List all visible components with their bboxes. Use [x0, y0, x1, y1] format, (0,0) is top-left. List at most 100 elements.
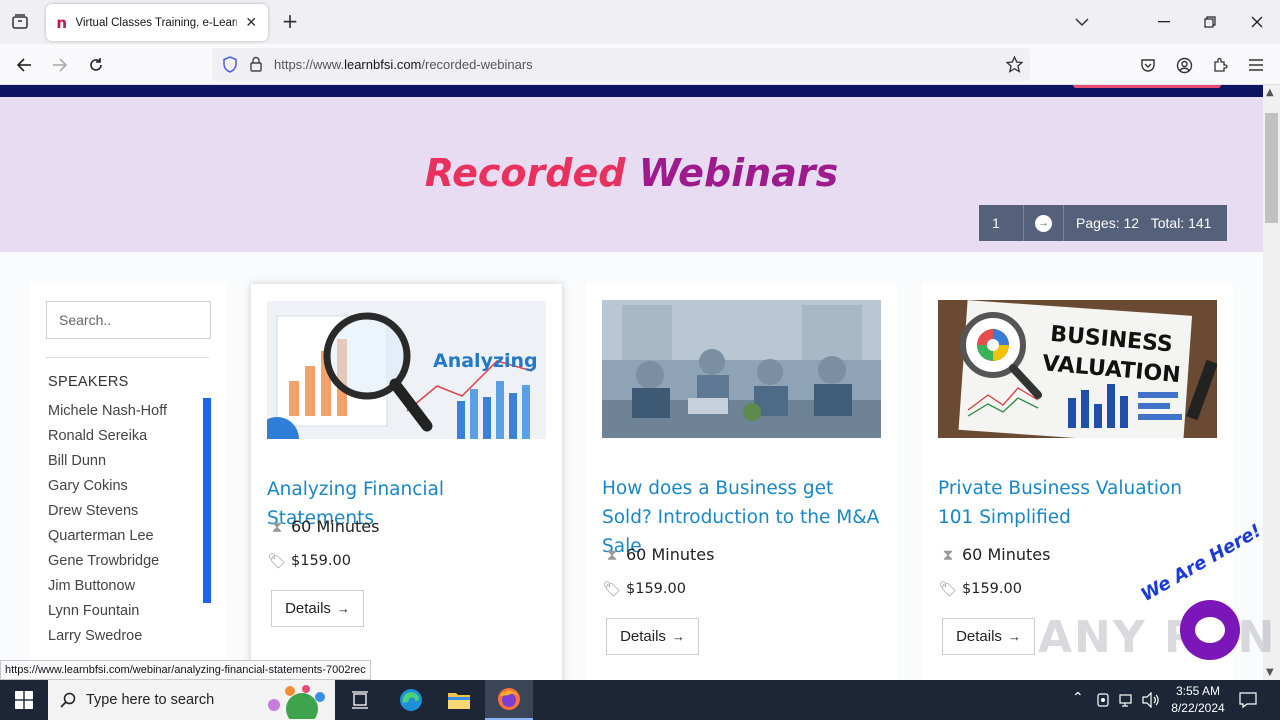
webinar-thumbnail[interactable]: [602, 300, 881, 438]
details-button[interactable]: Details →: [606, 618, 699, 655]
network-icon[interactable]: [1119, 692, 1135, 708]
address-bar[interactable]: https://www.learnbfsi.com/recorded-webin…: [212, 48, 1030, 81]
thumbnail-label: Analyzing: [433, 350, 538, 372]
browser-tab-bar: n Virtual Classes Training, e-Learn ✕ +: [0, 0, 1280, 44]
speakers-scrollbar[interactable]: [203, 398, 211, 603]
page-title: Recorded Webinars: [424, 151, 839, 195]
file-explorer-taskbar-button[interactable]: [435, 680, 483, 720]
taskbar-clock[interactable]: 3:55 AM 8/22/2024: [1160, 683, 1236, 717]
close-window-button[interactable]: [1243, 8, 1271, 36]
sidebar: SPEAKERS Michele Nash-Hoff Ronald Sereik…: [30, 283, 227, 680]
forward-button[interactable]: [47, 52, 73, 78]
webinar-price: 🏷 $159.00: [602, 580, 686, 598]
speaker-link[interactable]: Ronald Sereika: [48, 428, 208, 453]
account-icon: [1176, 57, 1192, 73]
account-button[interactable]: [1171, 52, 1197, 78]
webinar-price: 🏷 $159.00: [938, 580, 1022, 598]
browser-nav-bar: https://www.learnbfsi.com/recorded-webin…: [0, 44, 1280, 85]
speaker-link[interactable]: Bill Dunn: [48, 453, 208, 478]
scroll-up-arrow-icon[interactable]: ▲: [1266, 87, 1274, 98]
bookmark-star-icon[interactable]: [1006, 56, 1023, 73]
meet-now-icon[interactable]: [1096, 692, 1110, 708]
price-tag-icon: 🏷: [938, 580, 958, 598]
page-scrollbar[interactable]: ▲ ▼: [1263, 85, 1280, 680]
speaker-link[interactable]: Larry Swedroe: [48, 628, 208, 653]
details-button[interactable]: Details →: [271, 590, 364, 627]
start-button[interactable]: [0, 680, 48, 720]
chat-widget-button[interactable]: [1180, 600, 1240, 660]
reload-button[interactable]: [83, 52, 109, 78]
browser-tab-active[interactable]: n Virtual Classes Training, e-Learn ✕: [46, 4, 268, 41]
speaker-link[interactable]: Michele Nash-Hoff: [48, 403, 208, 428]
windows-logo-icon: [15, 691, 33, 709]
next-page-button[interactable]: →: [1024, 205, 1064, 241]
speaker-link[interactable]: Gary Cokins: [48, 478, 208, 503]
taskbar-search-box[interactable]: Type here to search: [48, 680, 335, 720]
back-button[interactable]: [11, 52, 37, 78]
speaker-link[interactable]: Gene Trowbridge: [48, 553, 208, 578]
anyrun-watermark: ANY RUN: [1038, 612, 1277, 663]
show-hidden-icons-chevron-icon[interactable]: ⌃: [1072, 690, 1084, 706]
list-all-tabs-chevron-icon[interactable]: [1068, 8, 1096, 36]
next-arrow-icon: →: [1035, 214, 1052, 232]
taskbar-search-placeholder: Type here to search: [86, 692, 215, 708]
extensions-button[interactable]: [1207, 52, 1233, 78]
firefox-taskbar-button[interactable]: [485, 680, 533, 720]
link-status-preview: https://www.learnbfsi.com/webinar/analyz…: [0, 660, 371, 680]
webinar-thumbnail[interactable]: Analyzing: [267, 301, 546, 439]
webinar-card[interactable]: Analyzing Analyzing Financial Statements…: [251, 284, 562, 680]
details-button[interactable]: Details →: [942, 618, 1035, 655]
pagination-info: Pages: 12 Total: 141: [1076, 215, 1212, 231]
speaker-link[interactable]: Lynn Fountain: [48, 603, 208, 628]
arrow-right-icon: →: [1007, 629, 1021, 644]
windows-taskbar: Type here to search ⌃ 3:55 AM 8/22/2024: [0, 680, 1280, 720]
pocket-icon: [1141, 59, 1155, 72]
clock-date: 8/22/2024: [1171, 701, 1225, 715]
puzzle-icon: [1214, 57, 1228, 72]
webinar-thumbnail[interactable]: BUSINESS VALUATION: [938, 300, 1217, 438]
url-text[interactable]: https://www.learnbfsi.com/recorded-webin…: [274, 57, 533, 72]
arrow-right-icon: →: [336, 601, 350, 616]
pocket-button[interactable]: [1135, 52, 1161, 78]
search-highlight-illustration-icon: [268, 685, 325, 719]
current-page-number[interactable]: 1: [979, 205, 1024, 241]
webinar-title-link[interactable]: Private Business Valuation 101 Simplifie…: [938, 474, 1222, 532]
firefox-icon: [498, 688, 520, 710]
speaker-link[interactable]: Quarterman Lee: [48, 528, 208, 553]
webinar-duration: ⧗ 60 Minutes: [602, 545, 715, 564]
hourglass-icon: ⧗: [942, 545, 954, 564]
tab-close-icon[interactable]: ✕: [243, 14, 260, 32]
new-tab-button[interactable]: +: [279, 10, 301, 32]
site-favicon-icon: n: [56, 13, 68, 32]
minimize-window-button[interactable]: [1150, 8, 1178, 36]
webinar-duration: ⧗ 60 Minutes: [267, 517, 380, 536]
tab-title: Virtual Classes Training, e-Learn: [75, 16, 237, 29]
search-icon: [60, 692, 76, 708]
back-arrow-icon: [16, 58, 31, 72]
pagination-bar: 1 → Pages: 12 Total: 141: [979, 205, 1227, 241]
header-cta-button-edge[interactable]: [1073, 85, 1221, 88]
edge-taskbar-button[interactable]: [387, 680, 435, 720]
shield-icon[interactable]: [222, 56, 238, 73]
webinar-price: 🏷 $159.00: [267, 552, 351, 570]
volume-icon[interactable]: [1142, 692, 1160, 708]
clock-time: 3:55 AM: [1175, 684, 1221, 698]
scrollbar-thumb[interactable]: [1265, 113, 1278, 223]
webinar-card[interactable]: How does a Business get Sold? Introducti…: [586, 283, 897, 680]
lock-icon[interactable]: [249, 56, 263, 72]
search-input[interactable]: [46, 301, 211, 339]
tab-list-button[interactable]: [8, 10, 32, 34]
speakers-heading: SPEAKERS: [48, 374, 129, 390]
restore-window-button[interactable]: [1196, 8, 1224, 36]
hourglass-icon: ⧗: [271, 517, 283, 536]
scroll-down-arrow-icon[interactable]: ▼: [1266, 667, 1274, 678]
speaker-link[interactable]: Jim Buttonow: [48, 578, 208, 603]
edge-browser-icon: [400, 689, 422, 711]
price-tag-icon: 🏷: [602, 580, 622, 598]
arrow-right-icon: →: [671, 629, 685, 644]
task-view-button[interactable]: [336, 680, 384, 720]
notifications-icon[interactable]: [1239, 691, 1257, 709]
tab-list-icon: [12, 14, 28, 29]
speaker-link[interactable]: Drew Stevens: [48, 503, 208, 528]
app-menu-button[interactable]: [1243, 52, 1269, 78]
